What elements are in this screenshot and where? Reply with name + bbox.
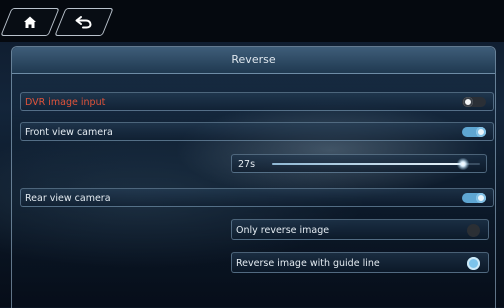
- back-arrow-icon: [61, 9, 107, 35]
- toggle-knob: [476, 127, 486, 137]
- front-view-camera-label: Front view camera: [25, 127, 113, 138]
- reverse-image-with-guide-line-option[interactable]: Reverse image with guide line: [231, 252, 489, 273]
- delay-slider-fill: [272, 163, 464, 165]
- only-reverse-image-option[interactable]: Only reverse image: [231, 219, 489, 240]
- delay-slider-track[interactable]: [272, 158, 480, 170]
- toggle-knob: [476, 193, 486, 203]
- rear-view-camera-label: Rear view camera: [25, 193, 111, 204]
- rear-view-camera-toggle[interactable]: [462, 193, 486, 203]
- rear-view-camera-row[interactable]: Rear view camera: [20, 188, 494, 207]
- reverse-image-with-guide-line-radio[interactable]: [467, 257, 480, 270]
- dvr-image-input-label: DVR image input: [25, 97, 106, 108]
- toggle-knob: [463, 97, 473, 107]
- delay-slider-handle[interactable]: [457, 158, 470, 170]
- panel-title: Reverse: [12, 47, 495, 74]
- delay-value-label: 27s: [238, 159, 256, 170]
- home-button[interactable]: [0, 8, 60, 36]
- back-button[interactable]: [54, 8, 114, 36]
- top-bar: [0, 0, 504, 42]
- front-camera-delay-slider-row: 27s: [231, 154, 487, 173]
- home-icon: [7, 9, 53, 35]
- front-view-camera-toggle[interactable]: [462, 127, 486, 137]
- dvr-image-input-toggle[interactable]: [462, 97, 486, 107]
- front-view-camera-row[interactable]: Front view camera: [20, 122, 494, 141]
- screen-background: Reverse DVR image input Front view camer…: [0, 0, 504, 308]
- only-reverse-image-radio[interactable]: [467, 224, 480, 237]
- reverse-image-with-guide-line-label: Reverse image with guide line: [236, 258, 380, 269]
- only-reverse-image-label: Only reverse image: [236, 225, 330, 236]
- dvr-image-input-row[interactable]: DVR image input: [20, 92, 494, 111]
